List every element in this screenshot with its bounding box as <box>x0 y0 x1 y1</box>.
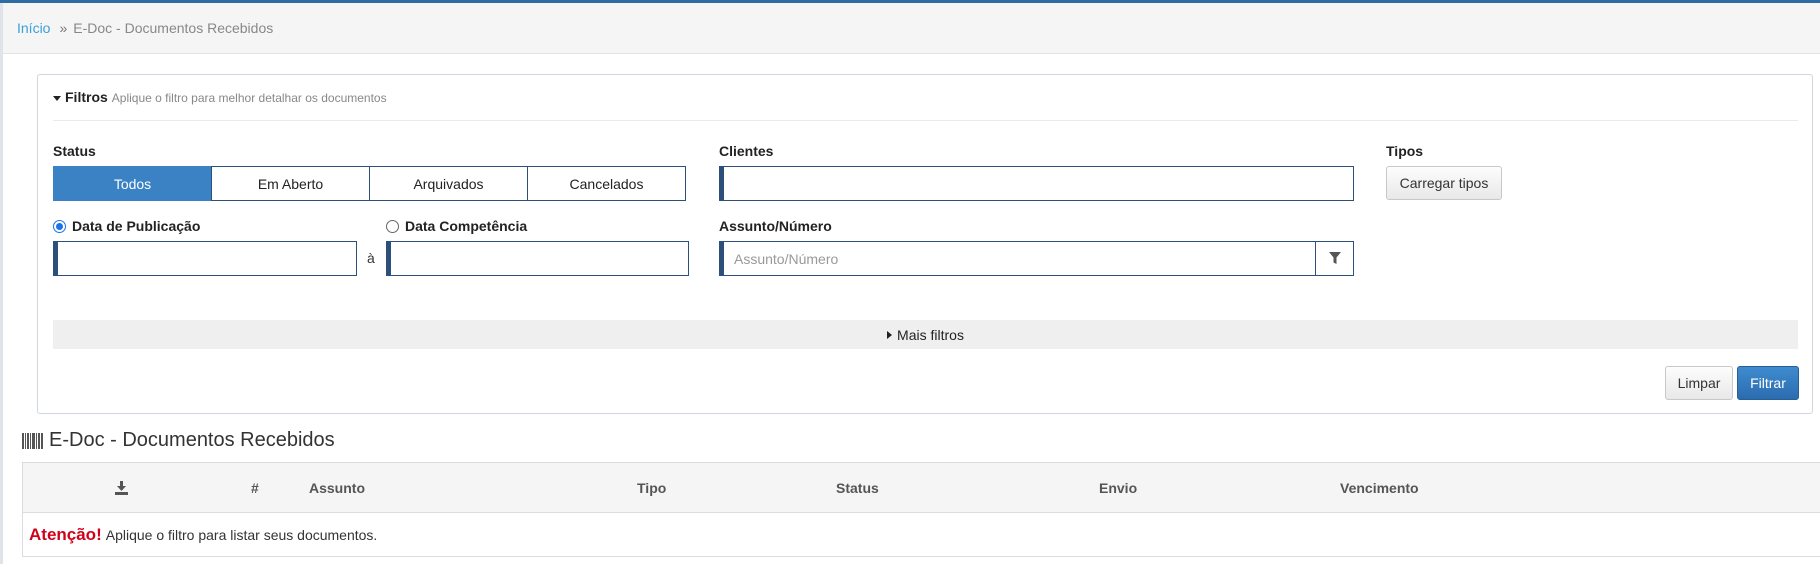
clientes-label: Clientes <box>719 143 774 159</box>
radio-unchecked-icon[interactable] <box>386 219 399 233</box>
load-types-button[interactable]: Carregar tipos <box>1386 166 1502 200</box>
column-header-tipo[interactable]: Tipo <box>637 463 666 513</box>
date-competencia-option[interactable]: Data Competência <box>386 218 527 234</box>
status-todos-button[interactable]: Todos <box>53 166 212 201</box>
column-header-status[interactable]: Status <box>836 463 879 513</box>
status-label: Status <box>53 143 96 159</box>
more-filters-label: Mais filtros <box>897 326 964 343</box>
caret-right-icon <box>887 330 893 339</box>
status-arquivados-button[interactable]: Arquivados <box>369 166 528 201</box>
empty-message: Aplique o filtro para listar seus docume… <box>105 527 378 543</box>
download-icon <box>115 481 128 495</box>
breadcrumb-separator: » <box>59 20 68 36</box>
date-from-input[interactable] <box>53 241 357 276</box>
assunto-label: Assunto/Número <box>719 218 832 234</box>
filters-subtitle: Aplique o filtro para melhor detalhar os… <box>111 91 387 105</box>
radio-checked-icon[interactable] <box>53 219 66 233</box>
documents-table: # Assunto Tipo Status Envio Vencimento A… <box>22 462 1820 557</box>
tipos-label: Tipos <box>1386 143 1424 159</box>
assunto-input[interactable] <box>719 241 1316 276</box>
column-header-assunto[interactable]: Assunto <box>309 463 365 513</box>
section-title: E-Doc - Documentos Recebidos <box>22 429 335 452</box>
more-filters-toggle[interactable]: Mais filtros <box>53 320 1798 349</box>
left-border <box>0 3 3 564</box>
filters-header[interactable]: Filtros Aplique o filtro para melhor det… <box>53 89 1798 121</box>
filter-button[interactable]: Filtrar <box>1737 366 1799 400</box>
date-publicacao-option[interactable]: Data de Publicação <box>53 218 200 234</box>
date-publicacao-label: Data de Publicação <box>72 218 201 234</box>
caret-down-icon <box>53 96 61 101</box>
filters-title: Filtros <box>65 89 108 105</box>
barcode-icon <box>22 432 44 449</box>
clientes-input[interactable] <box>719 166 1354 201</box>
download-column-header[interactable] <box>115 463 128 513</box>
column-header-number[interactable]: # <box>251 463 259 513</box>
date-competencia-label: Data Competência <box>405 218 528 234</box>
status-button-group: Todos Em Aberto Arquivados Cancelados <box>53 166 686 201</box>
table-empty-row: Atenção! Aplique o filtro para listar se… <box>23 513 1820 557</box>
filters-panel: Filtros Aplique o filtro para melhor det… <box>37 74 1813 414</box>
status-cancelados-button[interactable]: Cancelados <box>527 166 686 201</box>
date-range-separator: à <box>367 250 375 266</box>
table-header: # Assunto Tipo Status Envio Vencimento <box>23 463 1820 513</box>
column-header-vencimento[interactable]: Vencimento <box>1340 463 1419 513</box>
assunto-filter-button[interactable] <box>1315 241 1354 276</box>
funnel-icon <box>1328 252 1341 264</box>
breadcrumb: Início » E-Doc - Documentos Recebidos <box>3 3 1820 54</box>
status-em-aberto-button[interactable]: Em Aberto <box>211 166 370 201</box>
breadcrumb-current: E-Doc - Documentos Recebidos <box>73 20 274 36</box>
section-title-text: E-Doc - Documentos Recebidos <box>49 429 335 451</box>
clear-button[interactable]: Limpar <box>1665 366 1733 400</box>
attention-label: Atenção! <box>29 525 102 544</box>
column-header-envio[interactable]: Envio <box>1099 463 1137 513</box>
breadcrumb-home-link[interactable]: Início <box>17 20 50 36</box>
date-to-input[interactable] <box>386 241 689 276</box>
